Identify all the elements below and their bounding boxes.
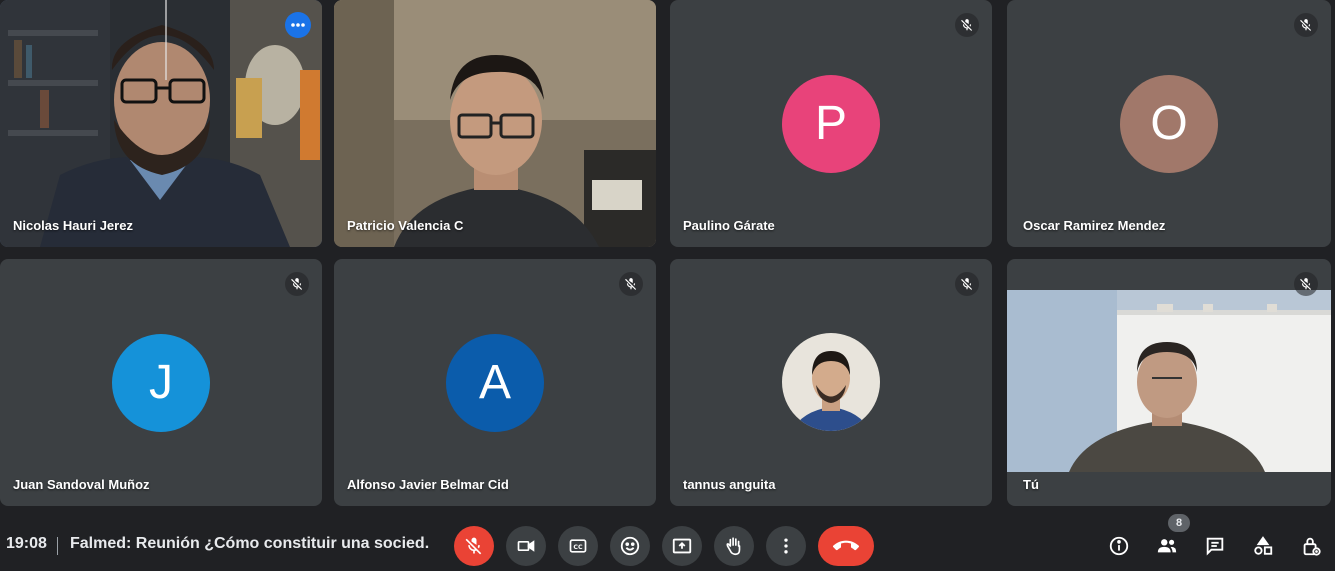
mic-off-icon	[1300, 19, 1312, 31]
avatar: A	[446, 333, 544, 432]
mic-off-icon	[961, 19, 973, 31]
muted-indicator	[955, 272, 979, 296]
participant-grid: Nicolas Hauri Jerez Patricio Valencia C …	[0, 0, 1335, 510]
more-vertical-icon	[784, 538, 788, 554]
present-to-all-icon	[672, 538, 692, 554]
videocam-icon	[517, 540, 535, 552]
muted-indicator	[285, 272, 309, 296]
participant-name: Patricio Valencia C	[347, 218, 464, 233]
raise-hand-button[interactable]	[714, 526, 754, 566]
participant-video	[0, 0, 322, 247]
mic-off-icon	[1300, 278, 1312, 290]
activities-icon	[1254, 536, 1273, 555]
captions-button[interactable]: CC	[558, 526, 598, 566]
microphone-toggle-button[interactable]	[454, 526, 494, 566]
participant-video	[1007, 290, 1331, 472]
participant-tile[interactable]: P Paulino Gárate	[670, 0, 992, 247]
participant-name: Alfonso Javier Belmar Cid	[347, 477, 509, 492]
muted-indicator	[955, 13, 979, 37]
participant-name: Nicolas Hauri Jerez	[13, 218, 133, 233]
mic-off-icon	[961, 278, 973, 290]
closed-captions-icon: CC	[569, 539, 587, 553]
meeting-control-bar: 19:08 Falmed: Reunión ¿Cómo constituir u…	[0, 510, 1335, 571]
participant-name: tannus anguita	[683, 477, 776, 492]
hand-icon	[726, 537, 741, 556]
participant-tile[interactable]: Nicolas Hauri Jerez	[0, 0, 322, 247]
more-options-button[interactable]	[285, 12, 311, 38]
more-horizontal-icon	[291, 23, 305, 27]
participant-tile[interactable]: J Juan Sandoval Muñoz	[0, 259, 322, 506]
participant-name: Paulino Gárate	[683, 218, 775, 233]
participant-video	[334, 0, 656, 247]
people-button[interactable]	[1151, 530, 1183, 562]
muted-indicator	[1294, 272, 1318, 296]
avatar: O	[1120, 74, 1218, 173]
host-controls-button[interactable]	[1295, 530, 1327, 562]
profile-photo	[782, 333, 880, 431]
participant-name: Tú	[1023, 477, 1039, 492]
divider	[57, 537, 58, 555]
muted-indicator	[619, 272, 643, 296]
meeting-clock: 19:08	[6, 535, 47, 552]
participant-tile[interactable]: O Oscar Ramirez Mendez	[1007, 0, 1331, 247]
mic-off-icon	[465, 537, 482, 555]
avatar: J	[112, 333, 210, 432]
participant-name: Oscar Ramirez Mendez	[1023, 218, 1166, 233]
people-icon	[1157, 539, 1177, 553]
participant-tile[interactable]: Tú	[1007, 259, 1331, 506]
participant-tile[interactable]: Patricio Valencia C	[334, 0, 656, 247]
muted-indicator	[1294, 13, 1318, 37]
avatar: P	[782, 74, 880, 173]
call-end-icon	[833, 540, 859, 551]
chat-button[interactable]	[1199, 530, 1231, 562]
chat-icon	[1206, 537, 1224, 556]
leave-call-button[interactable]	[818, 526, 874, 566]
meeting-details-button[interactable]	[1103, 530, 1135, 562]
mic-off-icon	[625, 278, 637, 290]
lock-person-icon	[1303, 537, 1321, 556]
participant-tile[interactable]: tannus anguita	[670, 259, 992, 506]
svg-text:CC: CC	[573, 544, 583, 551]
participant-tile[interactable]: A Alfonso Javier Belmar Cid	[334, 259, 656, 506]
emoji-icon	[620, 536, 640, 556]
more-options-button[interactable]	[766, 526, 806, 566]
camera-toggle-button[interactable]	[506, 526, 546, 566]
mic-off-icon	[291, 278, 303, 290]
meeting-title: Falmed: Reunión ¿Cómo constituir una soc…	[70, 535, 430, 552]
info-icon	[1109, 536, 1129, 556]
participant-name: Juan Sandoval Muñoz	[13, 477, 150, 492]
activities-button[interactable]	[1247, 530, 1279, 562]
reactions-button[interactable]	[610, 526, 650, 566]
present-screen-button[interactable]	[662, 526, 702, 566]
